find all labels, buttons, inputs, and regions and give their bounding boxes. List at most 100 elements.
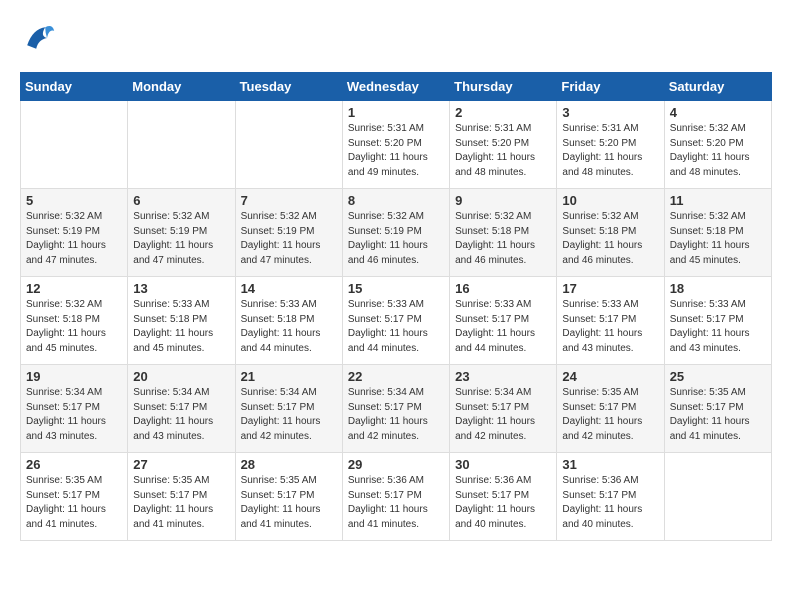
cell-sunrise: Sunrise: 5:32 AM <box>455 211 531 222</box>
calendar-cell: 30Sunrise: 5:36 AMSunset: 5:17 PMDayligh… <box>450 453 557 541</box>
cell-info: Sunrise: 5:33 AMSunset: 5:18 PMDaylight:… <box>241 298 337 356</box>
calendar-week-row: 1Sunrise: 5:31 AMSunset: 5:20 PMDaylight… <box>21 101 772 189</box>
calendar-cell: 17Sunrise: 5:33 AMSunset: 5:17 PMDayligh… <box>557 277 664 365</box>
cell-date-number: 22 <box>348 369 444 384</box>
cell-date-number: 15 <box>348 281 444 296</box>
cell-info: Sunrise: 5:33 AMSunset: 5:17 PMDaylight:… <box>670 298 766 356</box>
cell-sunrise: Sunrise: 5:33 AM <box>562 299 638 310</box>
cell-info: Sunrise: 5:35 AMSunset: 5:17 PMDaylight:… <box>241 474 337 532</box>
calendar-cell: 4Sunrise: 5:32 AMSunset: 5:20 PMDaylight… <box>664 101 771 189</box>
cell-date-number: 23 <box>455 369 551 384</box>
cell-daylight: Daylight: 11 hours and 41 minutes. <box>133 504 213 530</box>
cell-sunset: Sunset: 5:18 PM <box>562 226 636 237</box>
cell-sunset: Sunset: 5:18 PM <box>455 226 529 237</box>
cell-sunrise: Sunrise: 5:33 AM <box>241 299 317 310</box>
cell-sunset: Sunset: 5:17 PM <box>455 490 529 501</box>
cell-sunrise: Sunrise: 5:33 AM <box>670 299 746 310</box>
cell-sunset: Sunset: 5:19 PM <box>348 226 422 237</box>
cell-date-number: 10 <box>562 193 658 208</box>
cell-sunrise: Sunrise: 5:34 AM <box>455 387 531 398</box>
cell-daylight: Daylight: 11 hours and 41 minutes. <box>241 504 321 530</box>
cell-date-number: 4 <box>670 105 766 120</box>
cell-sunset: Sunset: 5:19 PM <box>241 226 315 237</box>
cell-date-number: 17 <box>562 281 658 296</box>
cell-sunrise: Sunrise: 5:33 AM <box>133 299 209 310</box>
cell-sunset: Sunset: 5:19 PM <box>133 226 207 237</box>
cell-sunset: Sunset: 5:20 PM <box>562 138 636 149</box>
cell-date-number: 18 <box>670 281 766 296</box>
cell-sunset: Sunset: 5:17 PM <box>670 402 744 413</box>
cell-daylight: Daylight: 11 hours and 43 minutes. <box>26 416 106 442</box>
cell-date-number: 27 <box>133 457 229 472</box>
logo <box>20 20 60 56</box>
cell-sunset: Sunset: 5:17 PM <box>133 402 207 413</box>
cell-sunrise: Sunrise: 5:34 AM <box>26 387 102 398</box>
cell-sunset: Sunset: 5:18 PM <box>670 226 744 237</box>
cell-info: Sunrise: 5:32 AMSunset: 5:18 PMDaylight:… <box>562 210 658 268</box>
cell-date-number: 6 <box>133 193 229 208</box>
cell-sunrise: Sunrise: 5:36 AM <box>348 475 424 486</box>
logo-icon <box>20 20 56 56</box>
cell-sunrise: Sunrise: 5:32 AM <box>241 211 317 222</box>
calendar-cell: 20 Sunrise: 5:34 AMSunset: 5:17 PMDayligh… <box>128 365 235 453</box>
cell-info: Sunrise: 5:32 AMSunset: 5:19 PMDaylight:… <box>241 210 337 268</box>
calendar-cell <box>235 101 342 189</box>
calendar-week-row: 19Sunrise: 5:34 AMSunset: 5:17 PMDayligh… <box>21 365 772 453</box>
cell-sunrise: Sunrise: 5:31 AM <box>455 123 531 134</box>
cell-sunrise: Sunrise: 5:31 AM <box>348 123 424 134</box>
cell-sunrise: Sunrise: 5:32 AM <box>133 211 209 222</box>
calendar-cell: 5Sunrise: 5:32 AMSunset: 5:19 PMDaylight… <box>21 189 128 277</box>
cell-sunrise: Sunrise: 5:34 AM <box>348 387 424 398</box>
cell-daylight: Daylight: 11 hours and 47 minutes. <box>133 240 213 266</box>
cell-daylight: Daylight: 11 hours and 40 minutes. <box>455 504 535 530</box>
calendar-cell: 1Sunrise: 5:31 AMSunset: 5:20 PMDaylight… <box>342 101 449 189</box>
cell-daylight: Daylight: 11 hours and 49 minutes. <box>348 152 428 178</box>
cell-sunrise: Sunrise: 5:32 AM <box>26 211 102 222</box>
cell-date-number: 7 <box>241 193 337 208</box>
calendar-cell: 2Sunrise: 5:31 AMSunset: 5:20 PMDaylight… <box>450 101 557 189</box>
calendar-cell: 3Sunrise: 5:31 AMSunset: 5:20 PMDaylight… <box>557 101 664 189</box>
cell-sunset: Sunset: 5:17 PM <box>241 402 315 413</box>
cell-daylight: Daylight: 11 hours and 44 minutes. <box>241 328 321 354</box>
calendar-cell: 7Sunrise: 5:32 AMSunset: 5:19 PMDaylight… <box>235 189 342 277</box>
calendar-cell: 14Sunrise: 5:33 AMSunset: 5:18 PMDayligh… <box>235 277 342 365</box>
cell-info: Sunrise: 5:35 AMSunset: 5:17 PMDaylight:… <box>670 386 766 444</box>
cell-info: Sunrise: 5:34 AMSunset: 5:17 PMDaylight:… <box>133 386 229 444</box>
cell-sunrise: Sunrise: 5:35 AM <box>133 475 209 486</box>
cell-sunrise: Sunrise: 5:34 AM <box>241 387 317 398</box>
cell-info: Sunrise: 5:34 AMSunset: 5:17 PMDaylight:… <box>241 386 337 444</box>
cell-sunrise: Sunrise: 5:32 AM <box>670 123 746 134</box>
calendar-cell: 19Sunrise: 5:34 AMSunset: 5:17 PMDayligh… <box>21 365 128 453</box>
cell-info: Sunrise: 5:34 AMSunset: 5:17 PMDaylight:… <box>455 386 551 444</box>
calendar-cell: 21Sunrise: 5:34 AMSunset: 5:17 PMDayligh… <box>235 365 342 453</box>
cell-info: Sunrise: 5:35 AMSunset: 5:17 PMDaylight:… <box>26 474 122 532</box>
calendar-cell: 18 Sunrise: 5:33 AMSunset: 5:17 PMDayligh… <box>664 277 771 365</box>
calendar-cell: 28Sunrise: 5:35 AMSunset: 5:17 PMDayligh… <box>235 453 342 541</box>
cell-date-number: 26 <box>26 457 122 472</box>
cell-date-number: 20 <box>133 369 229 384</box>
cell-info: Sunrise: 5:35 AMSunset: 5:17 PMDaylight:… <box>562 386 658 444</box>
calendar-cell: 8Sunrise: 5:32 AMSunset: 5:19 PMDaylight… <box>342 189 449 277</box>
cell-sunrise: Sunrise: 5:33 AM <box>348 299 424 310</box>
cell-daylight: Daylight: 11 hours and 48 minutes. <box>562 152 642 178</box>
cell-info: Sunrise: 5:32 AMSunset: 5:18 PMDaylight:… <box>26 298 122 356</box>
cell-info: Sunrise: 5:32 AMSunset: 5:19 PMDaylight:… <box>26 210 122 268</box>
cell-info: Sunrise: 5:32 AMSunset: 5:18 PMDaylight:… <box>455 210 551 268</box>
weekday-header-sunday: Sunday <box>21 73 128 101</box>
cell-info: Sunrise: 5:34 AMSunset: 5:17 PMDaylight:… <box>26 386 122 444</box>
weekday-header-row: SundayMondayTuesdayWednesdayThursdayFrid… <box>21 73 772 101</box>
cell-info: Sunrise: 5:33 AMSunset: 5:18 PMDaylight:… <box>133 298 229 356</box>
cell-daylight: Daylight: 11 hours and 44 minutes. <box>455 328 535 354</box>
calendar-cell: 24Sunrise: 5:35 AMSunset: 5:17 PMDayligh… <box>557 365 664 453</box>
cell-date-number: 13 <box>133 281 229 296</box>
cell-sunrise: Sunrise: 5:36 AM <box>455 475 531 486</box>
cell-sunset: Sunset: 5:18 PM <box>26 314 100 325</box>
cell-sunrise: Sunrise: 5:35 AM <box>26 475 102 486</box>
cell-info: Sunrise: 5:32 AMSunset: 5:19 PMDaylight:… <box>348 210 444 268</box>
cell-info: Sunrise: 5:35 AMSunset: 5:17 PMDaylight:… <box>133 474 229 532</box>
cell-sunrise: Sunrise: 5:33 AM <box>455 299 531 310</box>
cell-sunset: Sunset: 5:20 PM <box>455 138 529 149</box>
cell-daylight: Daylight: 11 hours and 46 minutes. <box>348 240 428 266</box>
cell-date-number: 2 <box>455 105 551 120</box>
calendar-week-row: 12Sunrise: 5:32 AMSunset: 5:18 PMDayligh… <box>21 277 772 365</box>
